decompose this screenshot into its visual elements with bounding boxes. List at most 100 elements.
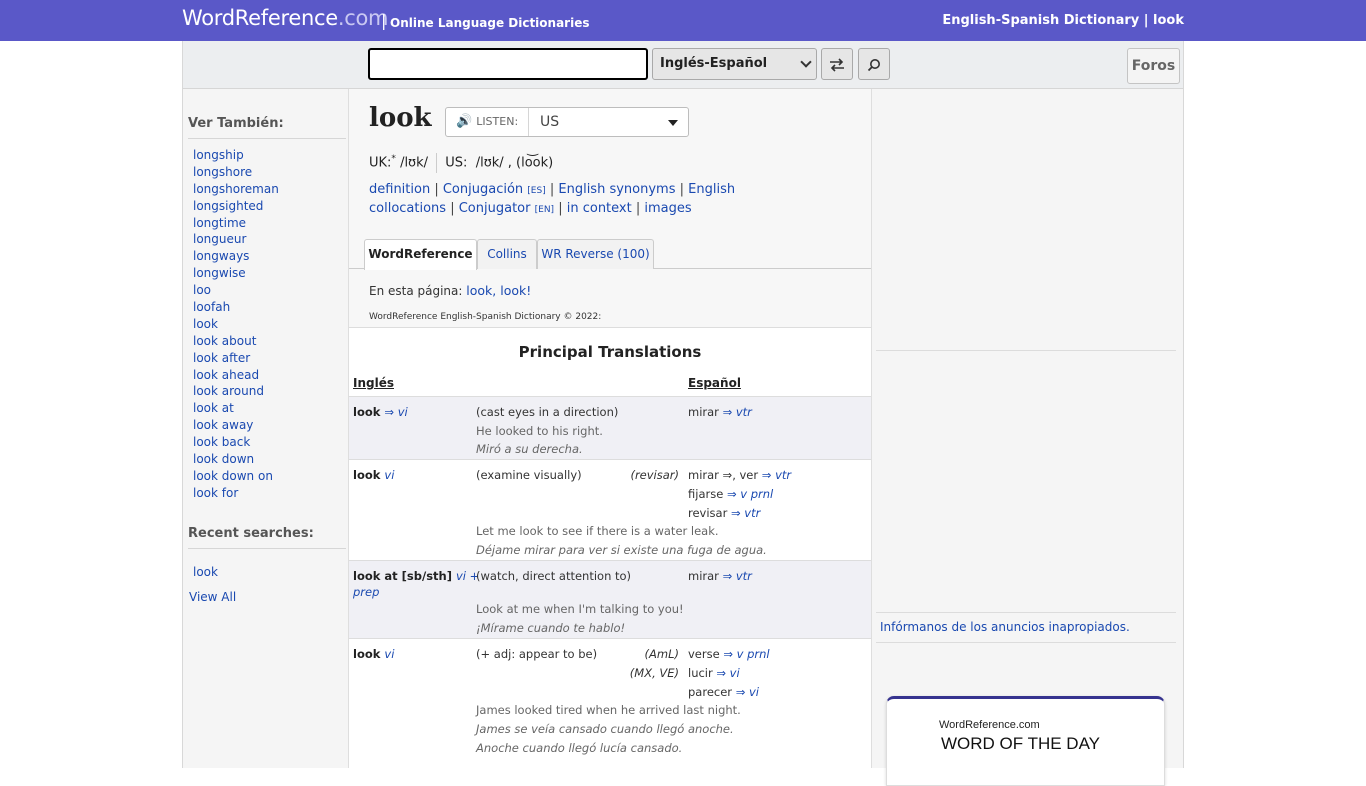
site-tagline[interactable]: Online Language Dictionaries bbox=[390, 16, 590, 30]
main-content: look 🔊 LISTEN: US UK:* /lʊk/ US: /lʊk/ , … bbox=[348, 89, 872, 768]
pos-link[interactable]: vi bbox=[384, 468, 394, 482]
see-also-item[interactable]: longsighted bbox=[193, 198, 279, 215]
page-title: English-Spanish Dictionary | look bbox=[942, 13, 1184, 28]
word-of-the-day-card[interactable]: WordReference.com WORD OF THE DAY bbox=[886, 696, 1165, 786]
register-note: (MX, VE) bbox=[629, 666, 679, 680]
divider bbox=[876, 612, 1176, 613]
source-term-pos: prep bbox=[353, 585, 379, 599]
see-also-item[interactable]: look around bbox=[193, 383, 279, 400]
see-also-item[interactable]: loo bbox=[193, 282, 279, 299]
pos-link[interactable]: ⇒ vi bbox=[736, 685, 759, 699]
see-also-item[interactable]: longshoreman bbox=[193, 181, 279, 198]
accent-select[interactable]: US bbox=[540, 108, 559, 136]
example-en: James looked tired when he arrived last … bbox=[476, 703, 741, 717]
see-also-item[interactable]: look away bbox=[193, 417, 279, 434]
forums-button[interactable]: Foros bbox=[1127, 48, 1180, 84]
see-also-item[interactable]: look about bbox=[193, 333, 279, 350]
see-also-item[interactable]: look back bbox=[193, 434, 279, 451]
logo-text: WordReference bbox=[182, 6, 338, 30]
pos-link[interactable]: ⇒ vtr bbox=[762, 468, 791, 482]
see-also-item[interactable]: look down on bbox=[193, 468, 279, 485]
definition-link[interactable]: definition bbox=[369, 182, 430, 197]
see-also-item[interactable]: look for bbox=[193, 485, 279, 502]
report-ads-link[interactable]: Infórmanos de los anuncios inapropiados. bbox=[880, 620, 1130, 634]
speaker-icon: 🔊 bbox=[456, 114, 473, 129]
on-page-link[interactable]: look, look! bbox=[466, 283, 531, 298]
pos-link[interactable]: ⇒ vtr bbox=[723, 405, 752, 419]
source-term: look vi bbox=[353, 468, 395, 482]
translation: revisar ⇒ vtr bbox=[688, 506, 761, 520]
sidebar: Ver También: longship longshore longshor… bbox=[183, 89, 348, 768]
language-tag: [EN] bbox=[534, 205, 555, 215]
on-page-label: En esta página: bbox=[369, 284, 463, 298]
pos-link[interactable]: ⇒ vi bbox=[716, 666, 739, 680]
tab-wr-reverse[interactable]: WR Reverse (100) bbox=[537, 239, 654, 269]
pos-link[interactable]: ⇒ vi bbox=[384, 405, 407, 419]
see-also-item[interactable]: look ahead bbox=[193, 367, 279, 384]
table-title: Principal Translations bbox=[518, 343, 702, 361]
see-also-item[interactable]: longways bbox=[193, 248, 279, 265]
see-also-item[interactable]: look down bbox=[193, 451, 279, 468]
see-also-item[interactable]: longueur bbox=[193, 231, 279, 248]
site-logo[interactable]: WordReference.com bbox=[182, 6, 388, 30]
search-bar: Inglés-Español Foros bbox=[183, 41, 1183, 89]
see-also-item[interactable]: longship bbox=[193, 147, 279, 164]
uk-ipa: /lʊk/ bbox=[400, 155, 428, 171]
divider bbox=[876, 350, 1176, 351]
search-button[interactable] bbox=[858, 48, 890, 80]
example-es: ¡Mírame cuando te hablo! bbox=[476, 621, 626, 635]
synonyms-link[interactable]: English synonyms bbox=[558, 182, 675, 197]
dictionary-select[interactable]: Inglés-Español bbox=[652, 48, 817, 80]
see-also-item[interactable]: longwise bbox=[193, 265, 279, 282]
translation: mirar ⇒ vtr bbox=[688, 569, 752, 583]
uk-note[interactable]: * bbox=[391, 154, 396, 164]
pos-link[interactable]: vi bbox=[384, 647, 394, 661]
right-column: Infórmanos de los anuncios inapropiados.… bbox=[872, 89, 1183, 786]
example-es: Déjame mirar para ver si existe una fuga… bbox=[476, 543, 767, 557]
tab-wordreference[interactable]: WordReference bbox=[364, 239, 477, 270]
example-en: Look at me when I'm talking to you! bbox=[476, 602, 684, 616]
see-also-item[interactable]: longshore bbox=[193, 164, 279, 181]
translation: mirar ⇒ vtr bbox=[688, 405, 752, 419]
translation: fijarse ⇒ v prnl bbox=[688, 487, 774, 501]
conjugator-link[interactable]: Conjugator bbox=[459, 201, 531, 216]
tab-collins[interactable]: Collins bbox=[477, 239, 537, 269]
table-row: look at [sb/sth] vi + prep (watch, direc… bbox=[349, 560, 871, 638]
in-context-link[interactable]: in context bbox=[567, 201, 632, 216]
pos-link[interactable]: ⇒ vtr bbox=[723, 569, 752, 583]
translation-table: Principal Translations Inglés Español lo… bbox=[349, 327, 871, 768]
pos-link[interactable]: ⇒ v prnl bbox=[723, 647, 769, 661]
images-link[interactable]: images bbox=[644, 201, 691, 216]
translation: mirar ⇒, ver ⇒ vtr bbox=[688, 468, 792, 482]
pos-link[interactable]: ⇒ v prnl bbox=[727, 487, 773, 501]
divider bbox=[188, 138, 346, 139]
see-also-item[interactable]: loofah bbox=[193, 299, 279, 316]
logo-separator: | bbox=[381, 11, 387, 30]
copyright-note: WordReference English-Spanish Dictionary… bbox=[369, 312, 602, 322]
listen-label: LISTEN: bbox=[476, 115, 519, 128]
example-es: Anoche cuando llegó lucía cansado. bbox=[476, 741, 683, 755]
listen-widget: 🔊 LISTEN: US bbox=[445, 107, 689, 137]
search-input[interactable] bbox=[368, 48, 648, 80]
listen-button[interactable]: 🔊 LISTEN: bbox=[446, 108, 529, 136]
conjugacion-link[interactable]: Conjugación bbox=[443, 182, 523, 197]
see-also-heading: Ver También: bbox=[188, 116, 284, 131]
view-all-link[interactable]: View All bbox=[189, 590, 236, 604]
see-also-item[interactable]: look bbox=[193, 316, 279, 333]
example-es: James se veía cansado cuando llegó anoch… bbox=[476, 722, 734, 736]
sense: (+ adj: appear to be) bbox=[476, 647, 598, 661]
see-also-item[interactable]: look after bbox=[193, 350, 279, 367]
pos-link[interactable]: prep bbox=[353, 585, 379, 599]
recent-search-item[interactable]: look bbox=[193, 565, 218, 579]
see-also-item[interactable]: look at bbox=[193, 400, 279, 417]
swap-languages-button[interactable] bbox=[821, 48, 853, 80]
wotd-site: WordReference.com bbox=[939, 719, 1040, 731]
pos-link[interactable]: ⇒ vtr bbox=[731, 506, 760, 520]
translation: parecer ⇒ vi bbox=[688, 685, 759, 699]
on-this-page: En esta página: look, look! bbox=[369, 283, 531, 298]
translation: verse ⇒ v prnl bbox=[688, 647, 770, 661]
source-term: look at [sb/sth] vi + bbox=[353, 569, 480, 583]
sense: (examine visually) bbox=[476, 468, 582, 482]
see-also-item[interactable]: longtime bbox=[193, 215, 279, 232]
see-also-list: longship longshore longshoreman longsigh… bbox=[193, 147, 279, 502]
